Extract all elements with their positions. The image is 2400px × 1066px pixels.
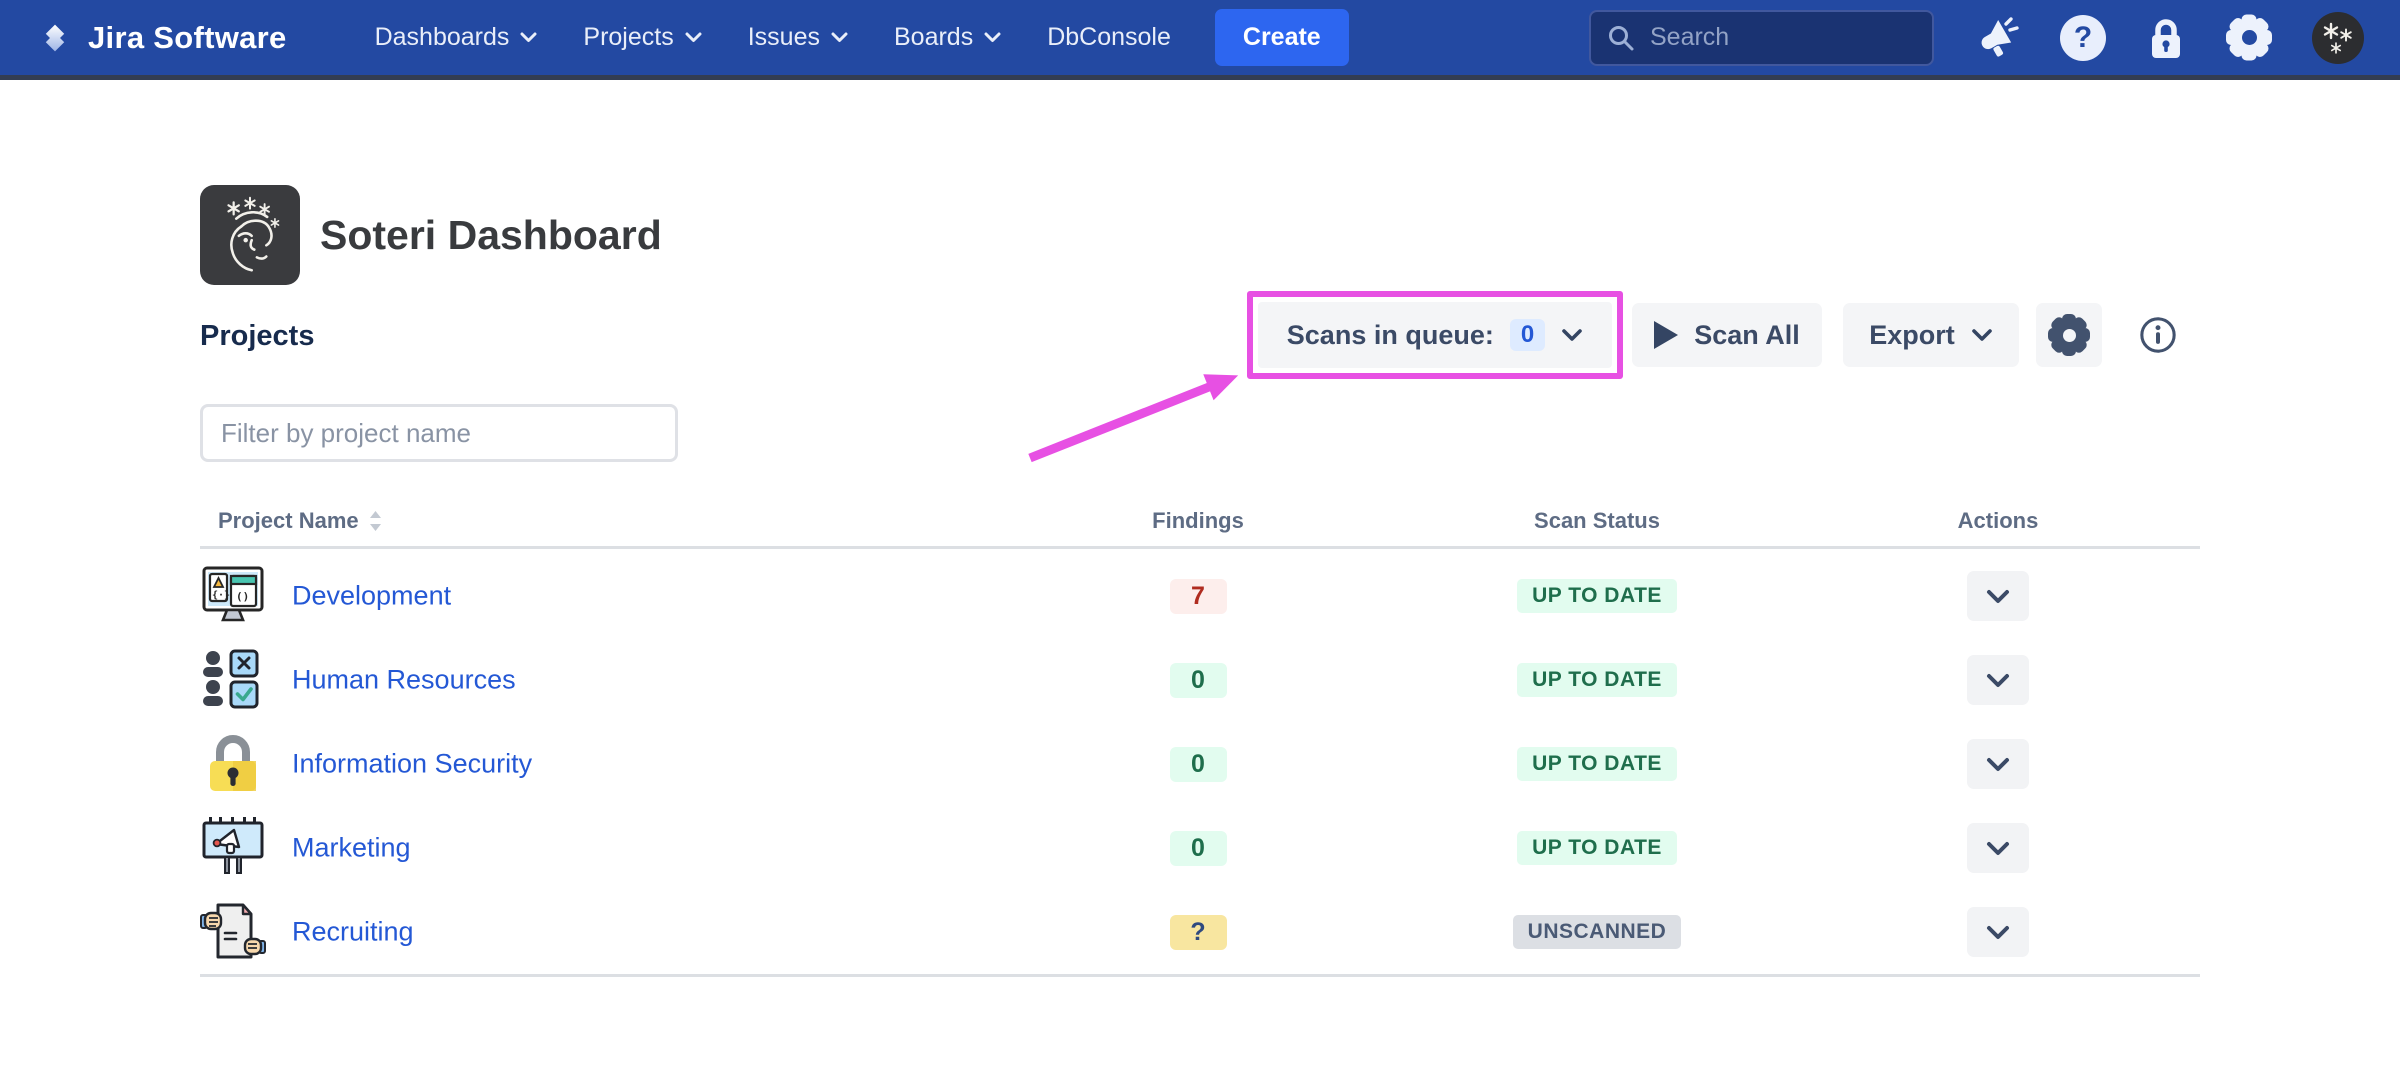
nav-dashboards-label: Dashboards	[375, 23, 510, 52]
nav-dbconsole-label: DbConsole	[1047, 23, 1171, 52]
project-link-recruiting[interactable]: Recruiting	[292, 917, 414, 948]
project-link-information-security[interactable]: Information Security	[292, 749, 532, 780]
help-icon[interactable]: ?	[2060, 15, 2106, 61]
scan-status-badge: UP TO DATE	[1517, 831, 1677, 865]
scans-in-queue-count: 0	[1510, 319, 1545, 351]
findings-badge: ?	[1170, 915, 1227, 950]
column-scan-status: Scan Status	[1497, 508, 1697, 534]
lock-icon[interactable]	[2146, 15, 2186, 61]
export-label: Export	[1869, 320, 1955, 351]
nav-boards-label: Boards	[894, 23, 973, 52]
soteri-face-icon	[207, 192, 293, 278]
settings-gear-icon[interactable]	[2226, 15, 2272, 61]
scan-status-badge: UP TO DATE	[1517, 579, 1677, 613]
header-divider	[200, 546, 2200, 549]
marketing-icon	[200, 815, 266, 881]
chevron-down-icon	[1986, 757, 2010, 772]
search-input[interactable]	[1648, 22, 1916, 53]
table-bottom-divider	[200, 974, 2200, 977]
project-link-human-resources[interactable]: Human Resources	[292, 665, 516, 696]
project-link-marketing[interactable]: Marketing	[292, 833, 411, 864]
chevron-down-icon	[1971, 328, 1993, 342]
nav-projects[interactable]: Projects	[583, 23, 701, 52]
scan-status-badge: UNSCANNED	[1513, 915, 1682, 949]
jira-logo[interactable]: Jira Software	[36, 19, 287, 57]
chevron-down-icon	[685, 32, 702, 43]
nav-projects-label: Projects	[583, 23, 673, 52]
human-resources-icon	[200, 647, 266, 713]
table-header: Project Name Findings Scan Status Action…	[200, 508, 2200, 544]
info-icon[interactable]	[2132, 309, 2184, 361]
table-row-marketing: Marketing 0 UP TO DATE	[200, 806, 2200, 890]
export-button[interactable]: Export	[1843, 303, 2019, 367]
nav-dbconsole[interactable]: DbConsole	[1047, 23, 1171, 52]
nav-boards[interactable]: Boards	[894, 23, 1001, 52]
projects-heading: Projects	[200, 320, 314, 353]
row-actions-button[interactable]	[1967, 571, 2029, 621]
column-project-name-label: Project Name	[218, 508, 359, 534]
chevron-down-icon	[1986, 589, 2010, 604]
scans-in-queue-button[interactable]: Scans in queue: 0	[1258, 302, 1612, 368]
chevron-down-icon	[831, 32, 848, 43]
findings-badge: 0	[1170, 747, 1227, 782]
findings-badge: 0	[1170, 663, 1227, 698]
nav-dashboards[interactable]: Dashboards	[375, 23, 538, 52]
project-link-development[interactable]: Development	[292, 581, 451, 612]
navbar-search[interactable]	[1589, 10, 1934, 66]
svg-text:(): ()	[236, 590, 249, 603]
row-actions-button[interactable]	[1967, 655, 2029, 705]
user-avatar[interactable]	[2312, 12, 2364, 64]
table-row-development: {·} () Development 7 UP TO DATE	[200, 554, 2200, 638]
findings-badge: 0	[1170, 831, 1227, 866]
create-button[interactable]: Create	[1215, 9, 1349, 66]
scan-all-label: Scan All	[1694, 320, 1800, 351]
soteri-logo	[200, 185, 300, 285]
search-icon	[1607, 24, 1635, 52]
findings-badge: 7	[1170, 579, 1227, 614]
scan-all-button[interactable]: Scan All	[1632, 303, 1822, 367]
annotation-highlight-box: Scans in queue: 0	[1247, 291, 1623, 379]
nav-issues[interactable]: Issues	[748, 23, 848, 52]
row-actions-button[interactable]	[1967, 907, 2029, 957]
row-actions-button[interactable]	[1967, 739, 2029, 789]
scan-status-badge: UP TO DATE	[1517, 747, 1677, 781]
column-actions: Actions	[1898, 508, 2098, 534]
play-icon	[1654, 321, 1678, 349]
top-navbar: Jira Software Dashboards Projects Issues…	[0, 0, 2400, 80]
chevron-down-icon	[520, 32, 537, 43]
scan-status-badge: UP TO DATE	[1517, 663, 1677, 697]
announcement-megaphone-icon[interactable]	[1974, 15, 2020, 61]
table-row-information-security: Information Security 0 UP TO DATE	[200, 722, 2200, 806]
chevron-down-icon	[1561, 328, 1583, 342]
row-actions-button[interactable]	[1967, 823, 2029, 873]
column-findings: Findings	[1098, 508, 1298, 534]
page-title: Soteri Dashboard	[320, 212, 662, 259]
navbar-right-group: ?	[1589, 10, 2364, 66]
dashboard-settings-button[interactable]	[2036, 303, 2102, 367]
recruiting-icon	[200, 899, 266, 965]
chevron-down-icon	[984, 32, 1001, 43]
project-filter-input[interactable]	[200, 404, 678, 462]
brand-title: Jira Software	[88, 20, 287, 56]
scans-in-queue-label: Scans in queue:	[1287, 320, 1494, 351]
column-project-name[interactable]: Project Name	[218, 508, 382, 534]
jira-diamond-icon	[36, 19, 74, 57]
chevron-down-icon	[1986, 673, 2010, 688]
table-row-human-resources: Human Resources 0 UP TO DATE	[200, 638, 2200, 722]
annotation-arrow	[1002, 365, 1254, 471]
main-navigation: Dashboards Projects Issues Boards DbCons…	[375, 23, 1171, 52]
information-security-icon	[200, 731, 266, 797]
table-row-recruiting: Recruiting ? UNSCANNED	[200, 890, 2200, 974]
chevron-down-icon	[1986, 841, 2010, 856]
sort-icon	[369, 510, 382, 532]
chevron-down-icon	[1986, 925, 2010, 940]
nav-issues-label: Issues	[748, 23, 820, 52]
svg-text:{·}: {·}	[212, 590, 230, 601]
development-icon: {·} ()	[200, 563, 266, 629]
gear-icon	[2048, 314, 2090, 356]
